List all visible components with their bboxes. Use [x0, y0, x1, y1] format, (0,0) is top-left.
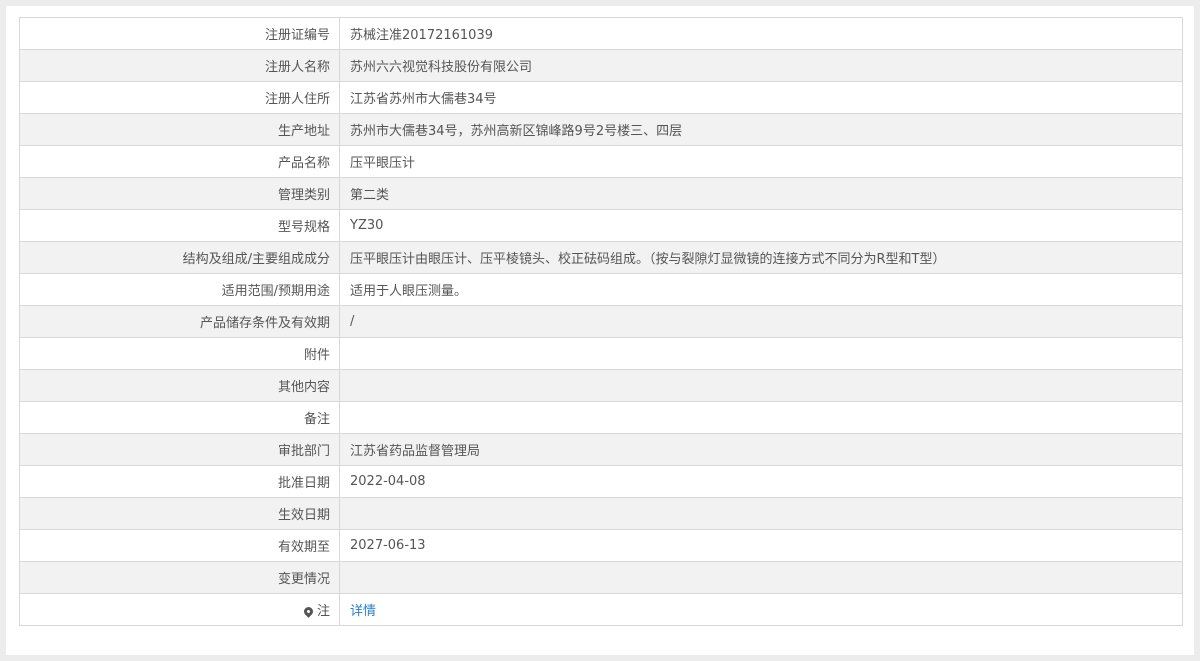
note-label: 注 — [316, 604, 330, 619]
field-value — [339, 369, 1183, 402]
table-row: 注册人名称 苏州六六视觉科技股份有限公司 — [19, 49, 1183, 82]
table-row: 型号规格 YZ30 — [19, 209, 1183, 242]
field-label: 变更情况 — [19, 561, 340, 594]
field-label: 批准日期 — [19, 465, 340, 498]
details-link[interactable]: 详情 — [350, 604, 376, 619]
registration-info-table: 注册证编号 苏械注准20172161039 注册人名称 苏州六六视觉科技股份有限… — [19, 17, 1183, 626]
note-label-cell: 注 — [19, 593, 340, 626]
field-label: 产品名称 — [19, 145, 340, 178]
note-row: 注 详情 — [19, 593, 1183, 626]
field-label: 生产地址 — [19, 113, 340, 146]
table-row: 批准日期 2022-04-08 — [19, 465, 1183, 498]
field-label: 备注 — [19, 401, 340, 434]
field-label: 生效日期 — [19, 497, 340, 530]
table-row: 结构及组成/主要组成成分 压平眼压计由眼压计、压平棱镜头、校正砝码组成。（按与裂… — [19, 241, 1183, 274]
table-row: 其他内容 — [19, 369, 1183, 402]
table-row: 注册证编号 苏械注准20172161039 — [19, 17, 1183, 50]
field-label: 型号规格 — [19, 209, 340, 242]
field-value: 压平眼压计由眼压计、压平棱镜头、校正砝码组成。（按与裂隙灯显微镜的连接方式不同分… — [339, 241, 1183, 274]
page-frame: 注册证编号 苏械注准20172161039 注册人名称 苏州六六视觉科技股份有限… — [0, 0, 1200, 661]
field-label: 结构及组成/主要组成成分 — [19, 241, 340, 274]
field-label: 附件 — [19, 337, 340, 370]
field-label: 注册人名称 — [19, 49, 340, 82]
table-row: 管理类别 第二类 — [19, 177, 1183, 210]
field-value: 2022-04-08 — [339, 465, 1183, 498]
field-value: 江苏省药品监督管理局 — [339, 433, 1183, 466]
table-row: 备注 — [19, 401, 1183, 434]
table-row: 生效日期 — [19, 497, 1183, 530]
field-label: 产品储存条件及有效期 — [19, 305, 340, 338]
field-label: 审批部门 — [19, 433, 340, 466]
field-value: 苏州六六视觉科技股份有限公司 — [339, 49, 1183, 82]
field-label: 注册人住所 — [19, 81, 340, 114]
field-value — [339, 337, 1183, 370]
content-panel: 注册证编号 苏械注准20172161039 注册人名称 苏州六六视觉科技股份有限… — [6, 6, 1194, 655]
note-value-cell: 详情 — [339, 593, 1183, 626]
field-value: 适用于人眼压测量。 — [339, 273, 1183, 306]
table-row: 生产地址 苏州市大儒巷34号，苏州高新区锦峰路9号2号楼三、四层 — [19, 113, 1183, 146]
table-row: 审批部门 江苏省药品监督管理局 — [19, 433, 1183, 466]
field-label: 管理类别 — [19, 177, 340, 210]
pin-icon — [302, 605, 315, 618]
field-value: YZ30 — [339, 209, 1183, 242]
field-value — [339, 561, 1183, 594]
field-value: 第二类 — [339, 177, 1183, 210]
table-row: 产品储存条件及有效期 / — [19, 305, 1183, 338]
field-value: / — [339, 305, 1183, 338]
field-label: 有效期至 — [19, 529, 340, 562]
field-value: 压平眼压计 — [339, 145, 1183, 178]
field-label: 其他内容 — [19, 369, 340, 402]
table-row: 适用范围/预期用途 适用于人眼压测量。 — [19, 273, 1183, 306]
table-row: 产品名称 压平眼压计 — [19, 145, 1183, 178]
field-label: 注册证编号 — [19, 17, 340, 50]
table-row: 注册人住所 江苏省苏州市大儒巷34号 — [19, 81, 1183, 114]
table-row: 附件 — [19, 337, 1183, 370]
field-value: 苏州市大儒巷34号，苏州高新区锦峰路9号2号楼三、四层 — [339, 113, 1183, 146]
field-value: 苏械注准20172161039 — [339, 17, 1183, 50]
field-value: 江苏省苏州市大儒巷34号 — [339, 81, 1183, 114]
field-label: 适用范围/预期用途 — [19, 273, 340, 306]
table-row: 变更情况 — [19, 561, 1183, 594]
field-value: 2027-06-13 — [339, 529, 1183, 562]
field-value — [339, 401, 1183, 434]
field-value — [339, 497, 1183, 530]
table-row: 有效期至 2027-06-13 — [19, 529, 1183, 562]
